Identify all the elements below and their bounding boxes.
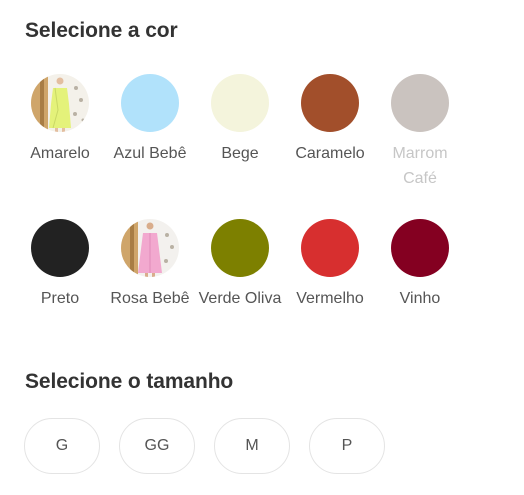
product-variant-selector: Selecione a cor Amarelo Azul Bebê Bege C… xyxy=(0,0,524,495)
color-swatch-preto[interactable]: Preto xyxy=(15,219,105,311)
color-section-title: Selecione a cor xyxy=(25,19,178,42)
color-swatch-amarelo[interactable]: Amarelo xyxy=(15,74,105,166)
vermelho-swatch xyxy=(301,219,359,277)
vinho-swatch xyxy=(391,219,449,277)
color-swatch-verde-oliva[interactable]: Verde Oliva xyxy=(195,219,285,311)
size-options: G GG M P xyxy=(24,418,385,474)
swatch-label: Rosa Bebê xyxy=(110,290,190,307)
swatch-label: Vermelho xyxy=(296,290,364,307)
color-swatch-vinho[interactable]: Vinho xyxy=(375,219,465,311)
verde-oliva-swatch xyxy=(211,219,269,277)
preto-swatch xyxy=(31,219,89,277)
color-swatch-row: Amarelo Azul Bebê Bege Caramelo Marrom C… xyxy=(0,74,524,194)
swatch-label: Bege xyxy=(221,145,259,162)
color-swatch-rosa-bebe[interactable]: Rosa Bebê xyxy=(105,219,195,311)
marrom-cafe-swatch xyxy=(391,74,449,132)
swatch-label: Verde Oliva xyxy=(198,290,282,307)
color-swatch-azul-bebe[interactable]: Azul Bebê xyxy=(105,74,195,166)
swatch-label: Vinho xyxy=(399,290,441,307)
swatch-label: Azul Bebê xyxy=(113,145,187,162)
caramelo-swatch xyxy=(301,74,359,132)
color-swatch-bege[interactable]: Bege xyxy=(195,74,285,166)
swatch-label: Preto xyxy=(40,290,80,307)
amarelo-photo-swatch xyxy=(31,74,89,132)
size-button-gg[interactable]: GG xyxy=(119,418,195,474)
azul-bebe-swatch xyxy=(121,74,179,132)
size-button-g[interactable]: G xyxy=(24,418,100,474)
color-swatch-marrom-cafe[interactable]: Marrom Café xyxy=(375,74,465,191)
size-section-title: Selecione o tamanho xyxy=(25,370,234,393)
swatch-label: Caramelo xyxy=(295,145,365,162)
color-swatch-row: Preto Rosa Bebê Verde Oliva Vermelho Vin… xyxy=(0,219,524,339)
size-button-p[interactable]: P xyxy=(309,418,385,474)
size-button-m[interactable]: M xyxy=(214,418,290,474)
swatch-label: Amarelo xyxy=(30,145,90,162)
color-swatch-caramelo[interactable]: Caramelo xyxy=(285,74,375,166)
bege-swatch xyxy=(211,74,269,132)
color-swatch-vermelho[interactable]: Vermelho xyxy=(285,219,375,311)
rosa-bebe-photo-swatch xyxy=(121,219,179,277)
swatch-label: Marrom Café xyxy=(392,145,448,187)
